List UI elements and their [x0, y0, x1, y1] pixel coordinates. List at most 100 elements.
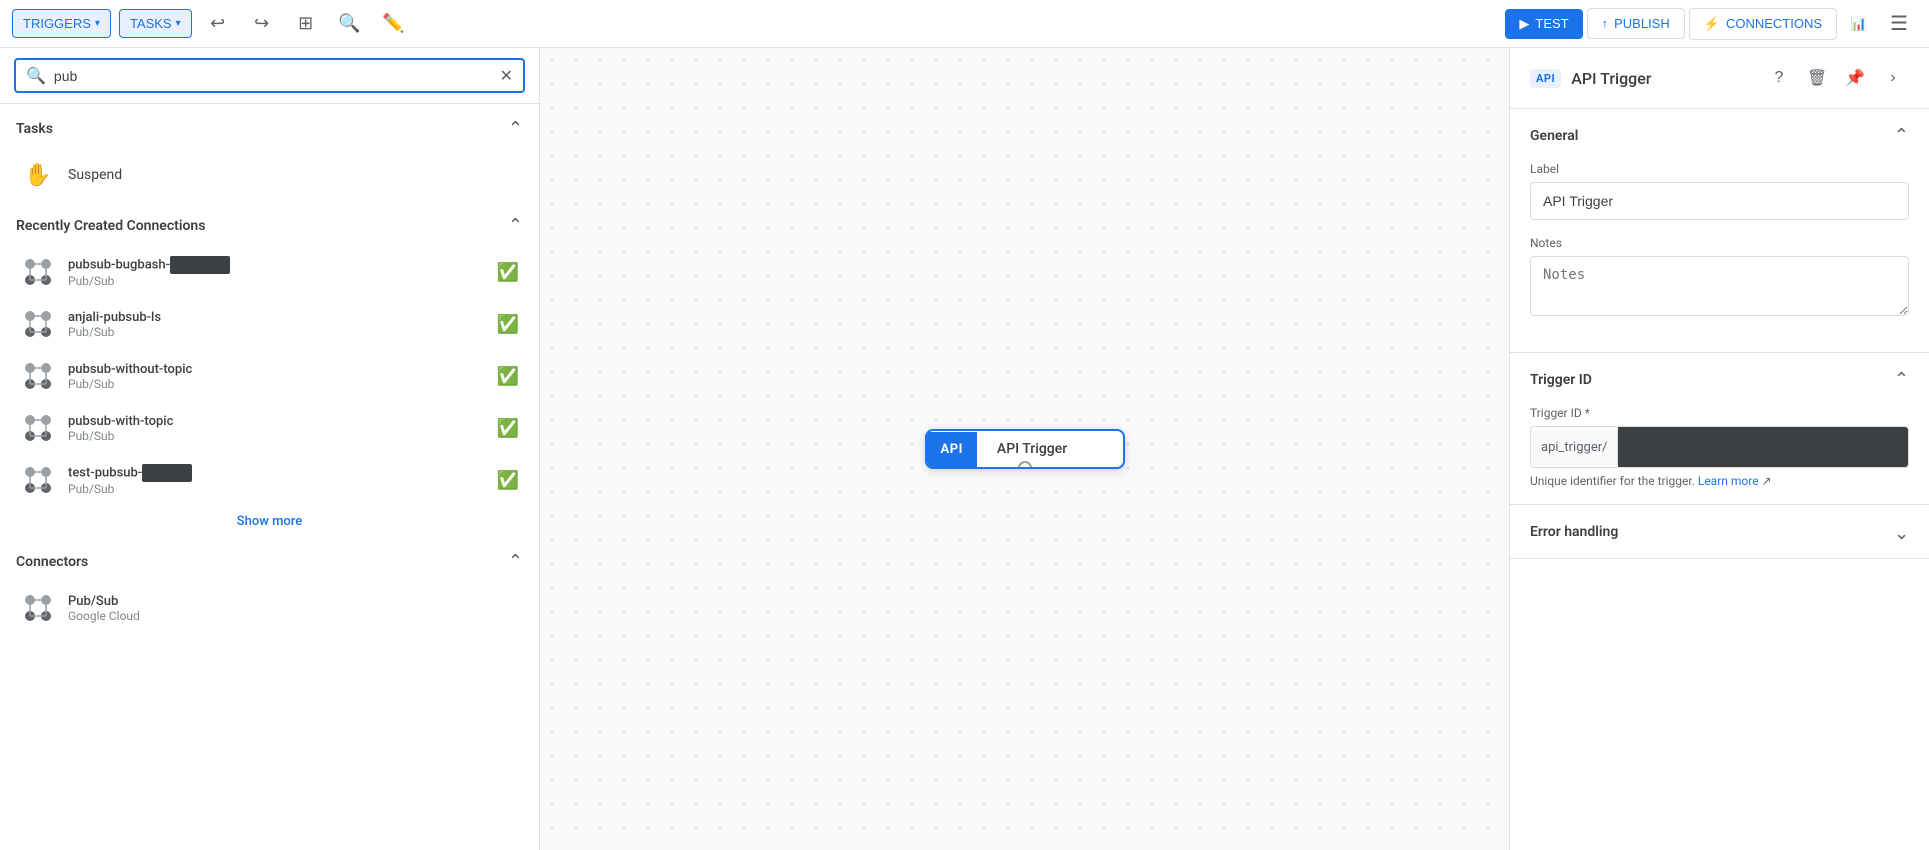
right-panel-header: API API Trigger ? 🗑 📌 ›: [1510, 48, 1929, 109]
error-handling-chevron-icon: ⌃: [1894, 521, 1909, 542]
task-item-suspend[interactable]: ✋ Suspend: [0, 149, 539, 201]
pubsub-icon-1: [20, 306, 56, 342]
connection-item-4[interactable]: test-pubsub- Pub/Sub ✅: [0, 454, 539, 506]
tasks-label: TASKS: [130, 16, 172, 31]
trigger-id-accordion-header[interactable]: Trigger ID ⌃: [1510, 353, 1929, 406]
general-accordion: General ⌃ Label Notes: [1510, 109, 1929, 353]
notes-field-input[interactable]: [1530, 256, 1909, 316]
help-button[interactable]: ?: [1763, 62, 1795, 94]
trigger-id-value-redacted: [1618, 427, 1908, 467]
canvas-area: API API Trigger: [540, 48, 1509, 850]
collapse-button[interactable]: ›: [1877, 62, 1909, 94]
show-more-button[interactable]: Show more: [0, 506, 539, 537]
analytics-button[interactable]: 📊: [1841, 6, 1877, 42]
nav-right-actions: ▶ TEST ↑ PUBLISH ⚡ CONNECTIONS 📊 ☰: [1505, 6, 1917, 42]
recent-connections-header[interactable]: Recently Created Connections ⌃: [0, 201, 539, 246]
tasks-section-header[interactable]: Tasks ⌃: [0, 104, 539, 149]
learn-more-link[interactable]: Learn more: [1698, 474, 1759, 488]
tasks-chevron-icon: ▾: [176, 18, 181, 29]
top-navigation: TRIGGERS ▾ TASKS ▾ ↩ ↪ ⊞ 🔍 ✏️ ▶ TEST ↑ P…: [0, 0, 1929, 48]
trigger-id-hint: Unique identifier for the trigger. Learn…: [1530, 474, 1909, 488]
tasks-section-title: Tasks: [16, 121, 53, 137]
test-button[interactable]: ▶ TEST: [1505, 9, 1582, 39]
tasks-button[interactable]: TASKS ▾: [119, 9, 192, 38]
trigger-id-chevron-icon: ⌃: [1894, 369, 1909, 390]
connection-status-2: ✅: [497, 366, 519, 387]
pubsub-icon-4: [20, 462, 56, 498]
pin-button[interactable]: 📌: [1839, 62, 1871, 94]
left-panel: 🔍 ✕ Tasks ⌃ ✋ Suspend Recently Created C…: [0, 48, 540, 850]
search-container: 🔍 ✕: [0, 48, 539, 104]
pubsub-icon-0: [20, 254, 56, 290]
connection-name-3: pubsub-with-topic: [68, 414, 485, 429]
connection-item-3[interactable]: pubsub-with-topic Pub/Sub ✅: [0, 402, 539, 454]
clear-search-icon[interactable]: ✕: [500, 66, 513, 85]
error-handling-accordion: Error handling ⌃: [1510, 505, 1929, 559]
more-menu-button[interactable]: ☰: [1881, 6, 1917, 42]
main-content: 🔍 ✕ Tasks ⌃ ✋ Suspend Recently Created C…: [0, 48, 1929, 850]
panel-header-icons: ? 🗑 📌 ›: [1763, 62, 1909, 94]
connection-text-0: pubsub-bugbash- Pub/Sub: [68, 256, 485, 288]
connection-item-1[interactable]: anjali-pubsub-ls Pub/Sub ✅: [0, 298, 539, 350]
connection-item-2[interactable]: pubsub-without-topic Pub/Sub ✅: [0, 350, 539, 402]
label-field-label: Label: [1530, 162, 1909, 176]
connection-item-0[interactable]: pubsub-bugbash- Pub/Sub ✅: [0, 246, 539, 298]
connectors-section: Connectors ⌃ Pu: [0, 537, 539, 634]
publish-icon: ↑: [1602, 16, 1609, 31]
pubsub-icon-2: [20, 358, 56, 394]
api-trigger-node[interactable]: API API Trigger: [925, 429, 1125, 469]
connectors-section-title: Connectors: [16, 554, 88, 570]
connector-text-pubsub: Pub/Sub Google Cloud: [68, 594, 519, 623]
connection-text-1: anjali-pubsub-ls Pub/Sub: [68, 310, 485, 339]
layout-button[interactable]: ⊞: [288, 6, 324, 42]
general-accordion-header[interactable]: General ⌃: [1510, 109, 1929, 162]
test-label: TEST: [1535, 16, 1568, 31]
label-field-input[interactable]: [1530, 182, 1909, 220]
triggers-label: TRIGGERS: [23, 16, 91, 31]
connector-name-pubsub: Pub/Sub: [68, 594, 519, 609]
trigger-id-hint-text: Unique identifier for the trigger.: [1530, 474, 1695, 488]
search-icon: 🔍: [26, 66, 46, 85]
pubsub-connector-icon: [20, 590, 56, 626]
connectors-section-header[interactable]: Connectors ⌃: [0, 537, 539, 582]
search-input[interactable]: [54, 68, 492, 84]
node-api-title: API Trigger: [977, 431, 1087, 467]
undo-button[interactable]: ↩: [200, 6, 236, 42]
notes-field-group: Notes: [1530, 236, 1909, 320]
connection-name-0: pubsub-bugbash-: [68, 256, 485, 274]
connection-type-3: Pub/Sub: [68, 429, 485, 443]
pen-button[interactable]: ✏️: [376, 6, 412, 42]
general-title: General: [1530, 128, 1578, 144]
error-handling-accordion-header[interactable]: Error handling ⌃: [1510, 505, 1929, 558]
trigger-id-field-label: Trigger ID *: [1530, 406, 1909, 420]
delete-button[interactable]: 🗑: [1801, 62, 1833, 94]
triggers-chevron-icon: ▾: [95, 18, 100, 29]
label-field-group: Label: [1530, 162, 1909, 220]
tasks-section: Tasks ⌃ ✋ Suspend: [0, 104, 539, 201]
connection-type-4: Pub/Sub: [68, 482, 485, 496]
connector-item-pubsub[interactable]: Pub/Sub Google Cloud: [0, 582, 539, 634]
connection-name-4: test-pubsub-: [68, 464, 485, 482]
trigger-id-content: Trigger ID * api_trigger/ Unique identif…: [1510, 406, 1929, 504]
api-badge: API: [1530, 69, 1561, 88]
connection-text-2: pubsub-without-topic Pub/Sub: [68, 362, 485, 391]
connector-subtitle-pubsub: Google Cloud: [68, 609, 519, 623]
right-panel: API API Trigger ? 🗑 📌 › General ⌃ Label: [1509, 48, 1929, 850]
zoom-button[interactable]: 🔍: [332, 6, 368, 42]
notes-field-label: Notes: [1530, 236, 1909, 250]
connections-button[interactable]: ⚡ CONNECTIONS: [1689, 8, 1837, 40]
triggers-button[interactable]: TRIGGERS ▾: [12, 9, 111, 38]
publish-button[interactable]: ↑ PUBLISH: [1587, 8, 1685, 39]
search-box: 🔍 ✕: [14, 58, 525, 93]
pubsub-icon-3: [20, 410, 56, 446]
connections-icon: ⚡: [1704, 16, 1720, 32]
general-chevron-icon: ⌃: [1894, 125, 1909, 146]
redo-button[interactable]: ↪: [244, 6, 280, 42]
connections-label: CONNECTIONS: [1726, 16, 1822, 31]
connection-status-3: ✅: [497, 418, 519, 439]
test-play-icon: ▶: [1519, 16, 1529, 32]
recent-connections-section: Recently Created Connections ⌃: [0, 201, 539, 537]
connection-status-0: ✅: [497, 262, 519, 283]
tasks-chevron-icon: ⌃: [508, 118, 523, 139]
connectors-chevron-icon: ⌃: [508, 551, 523, 572]
